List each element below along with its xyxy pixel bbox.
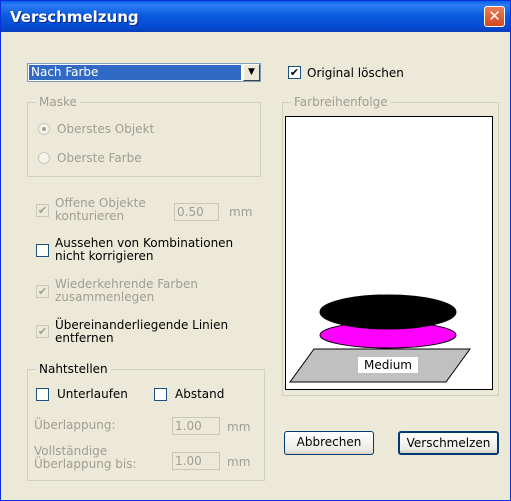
full-overlap-unit: mm	[227, 455, 251, 469]
recurring-label-line2: zusammenlegen	[55, 290, 155, 304]
original-delete-label: Original löschen	[307, 66, 404, 80]
radio-dot	[42, 127, 46, 131]
mask-radio-top-object-label: Oberstes Objekt	[57, 122, 155, 136]
mask-group: Maske	[27, 95, 261, 177]
merge-mode-select[interactable]: Nach Farbe ▼	[27, 63, 261, 82]
mask-radio-top-color-label: Oberste Farbe	[57, 151, 142, 165]
contour-open-objects-checkbox[interactable]: ✔	[36, 204, 49, 217]
medium-label: Medium	[364, 358, 412, 372]
contour-width-input[interactable]: 0.50	[174, 203, 219, 221]
appearance-label-line2: nicht korrigieren	[55, 249, 154, 263]
mask-radio-top-color[interactable]	[38, 152, 50, 164]
spacing-checkbox[interactable]	[154, 388, 167, 401]
spacing-label: Abstand	[175, 387, 225, 401]
color-stack-illustration: Medium	[289, 294, 471, 383]
original-delete-checkbox[interactable]: ✔	[288, 66, 301, 79]
contour-width-unit: mm	[229, 205, 253, 219]
full-overlap-label-line2: Überlappung bis:	[34, 457, 137, 471]
mask-radio-top-object[interactable]	[38, 123, 50, 135]
cancel-button[interactable]: Abbrechen	[284, 431, 374, 455]
overlap-label: Überlappung:	[34, 418, 116, 432]
full-overlap-input[interactable]: 1.00	[172, 452, 220, 470]
color-order-group-title: Farbreihenfolge	[291, 95, 391, 109]
recurring-colors-checkbox[interactable]: ✔	[36, 285, 49, 298]
mask-group-title: Maske	[36, 95, 80, 109]
merge-button[interactable]: Verschmelzen	[398, 431, 499, 455]
appearance-combinations-checkbox[interactable]	[36, 244, 49, 257]
color-order-preview: Medium	[285, 116, 493, 390]
close-button[interactable]: ✕	[484, 6, 505, 27]
overlap-input[interactable]: 1.00	[172, 417, 220, 435]
contour-label-line2: konturieren	[55, 209, 125, 223]
dialog-window: Verschmelzung ✕ Nach Farbe ▼ ✔ Original …	[0, 0, 511, 501]
overlapping-lines-checkbox[interactable]: ✔	[36, 325, 49, 338]
merge-mode-value: Nach Farbe	[29, 65, 241, 80]
chevron-down-icon[interactable]: ▼	[243, 64, 260, 81]
black-color-layer	[319, 294, 457, 330]
dialog-title: Verschmelzung	[10, 8, 139, 26]
overlap-unit: mm	[227, 420, 251, 434]
underlay-label: Unterlaufen	[57, 387, 128, 401]
overlapping-lines-label-line2: entfernen	[55, 331, 114, 345]
underlay-checkbox[interactable]	[36, 388, 49, 401]
title-bar: Verschmelzung ✕	[1, 1, 510, 32]
seams-group-title: Nahtstellen	[36, 362, 111, 376]
